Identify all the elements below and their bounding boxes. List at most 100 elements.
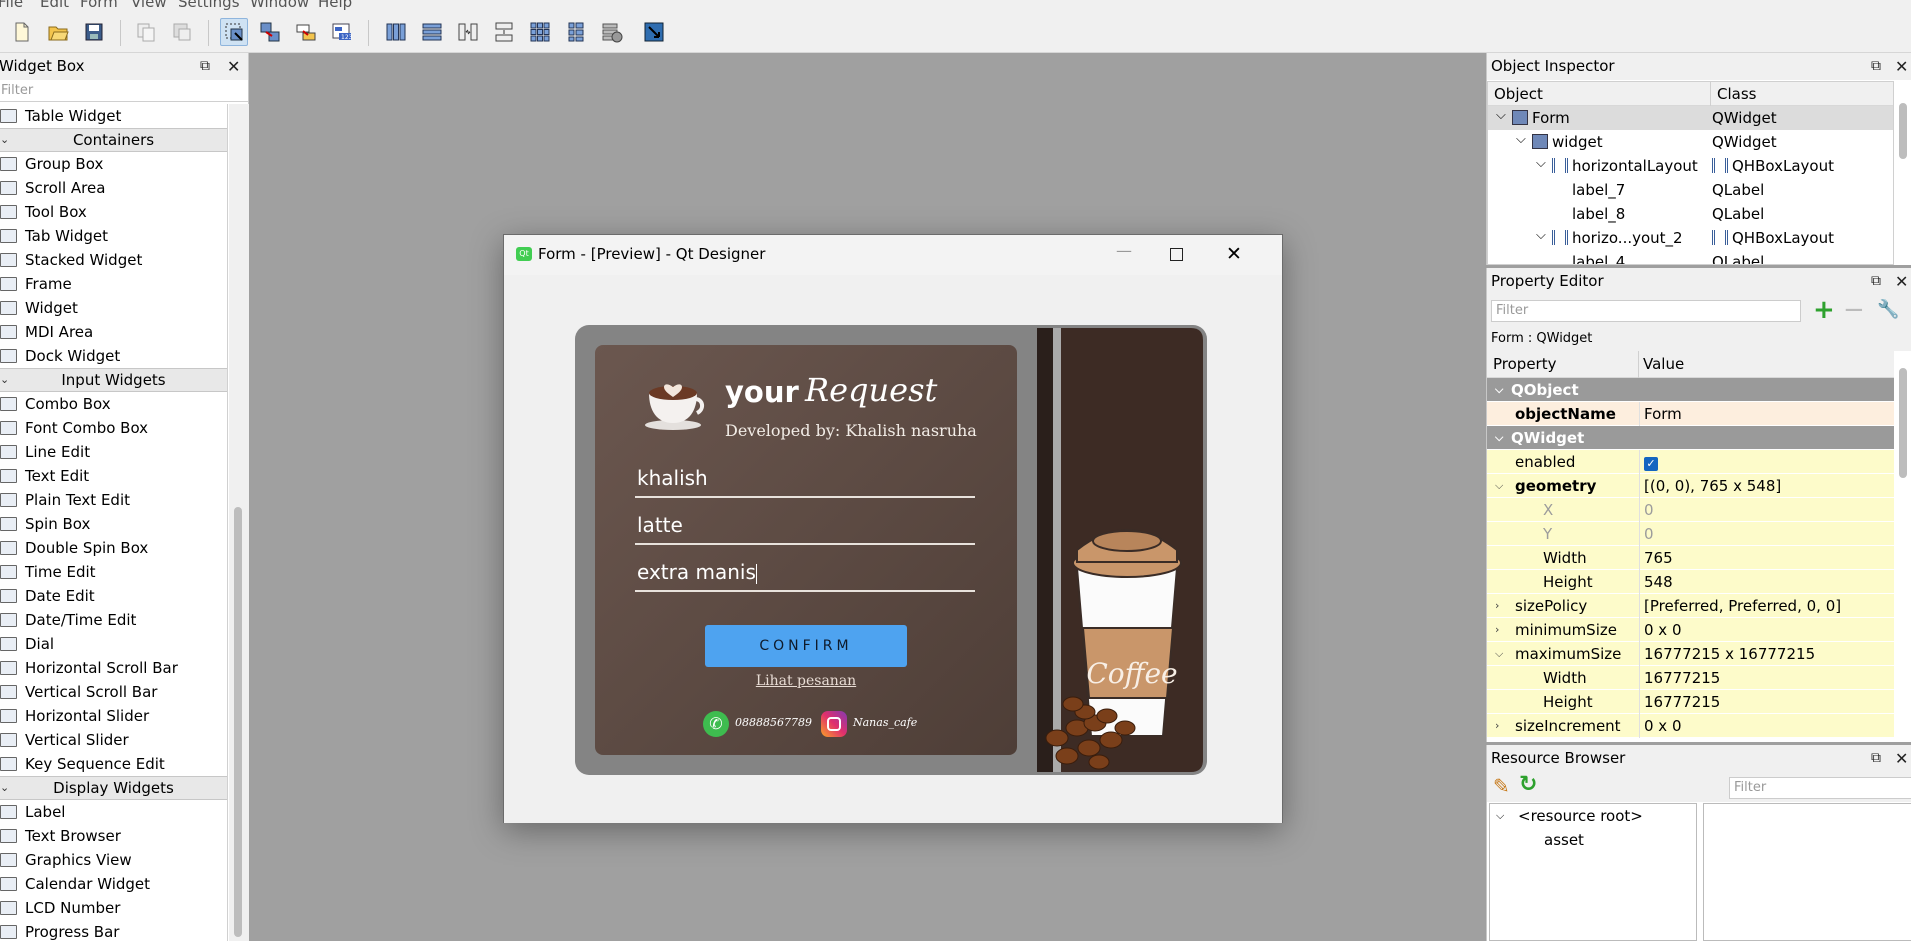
widget-item[interactable]: Combo Box xyxy=(0,392,227,416)
widget-item[interactable]: Progress Bar xyxy=(0,920,227,941)
menu-view[interactable]: View xyxy=(131,0,167,11)
object-tree-row[interactable]: label_8 QLabel xyxy=(1488,202,1893,226)
edit-tab-order-button[interactable]: 123 xyxy=(328,18,356,46)
widget-item[interactable]: Horizontal Slider xyxy=(0,704,227,728)
instagram-contact[interactable]: Nanas_cafe xyxy=(821,711,917,737)
property-group[interactable]: ⌵ QWidget xyxy=(1487,426,1894,450)
widget-category[interactable]: ⌄ Input Widgets xyxy=(0,368,227,392)
property-value[interactable]: 16777215 xyxy=(1639,690,1894,714)
checkbox-checked-icon[interactable]: ✓ xyxy=(1644,457,1658,471)
maximize-icon[interactable] xyxy=(1170,248,1183,261)
widget-item[interactable]: Spin Box xyxy=(0,512,227,536)
wrench-icon[interactable]: 🔧 xyxy=(1877,299,1899,320)
object-tree-row[interactable]: ⌵ horizo...yout_2 QHBoxLayout xyxy=(1488,226,1893,250)
menu-settings[interactable]: Settings xyxy=(178,0,240,11)
widget-box-scrollbar[interactable] xyxy=(229,104,249,941)
widget-category[interactable]: ⌄ Display Widgets xyxy=(0,776,227,800)
menu-help[interactable]: Help xyxy=(318,0,352,11)
widget-box-filter-input[interactable]: Filter xyxy=(0,80,248,102)
layout-grid-button[interactable] xyxy=(526,18,554,46)
property-value[interactable]: [(0, 0), 765 x 548] xyxy=(1639,474,1894,498)
widget-item[interactable]: Double Spin Box xyxy=(0,536,227,560)
break-layout-button[interactable] xyxy=(598,18,626,46)
confirm-button[interactable]: CONFIRM xyxy=(705,625,907,667)
float-icon[interactable]: ⧉ xyxy=(200,53,210,80)
menu-input[interactable]: latte xyxy=(635,505,975,545)
widget-item[interactable]: Text Browser xyxy=(0,824,227,848)
property-row[interactable]: ⌵ geometry [(0, 0), 765 x 548] xyxy=(1487,474,1894,498)
resource-asset-row[interactable]: asset xyxy=(1490,828,1696,852)
layout-horizontal-button[interactable] xyxy=(382,18,410,46)
widget-item[interactable]: Date/Time Edit xyxy=(0,608,227,632)
widget-item[interactable]: Horizontal Scroll Bar xyxy=(0,656,227,680)
menu-window[interactable]: Window xyxy=(250,0,309,11)
float-icon[interactable]: ⧉ xyxy=(1871,745,1881,772)
property-value[interactable]: ✓ xyxy=(1639,450,1894,474)
property-value[interactable]: 0 xyxy=(1639,498,1894,522)
close-icon[interactable]: ✕ xyxy=(1895,268,1908,295)
property-row[interactable]: Height 548 xyxy=(1487,570,1894,594)
close-window-icon[interactable]: ✕ xyxy=(1226,243,1242,265)
property-row[interactable]: enabled ✓ xyxy=(1487,450,1894,474)
resource-filter-input[interactable]: Filter xyxy=(1729,777,1911,799)
name-input[interactable]: khalish xyxy=(635,458,975,498)
object-tree-row[interactable]: label_4 QLabel xyxy=(1488,250,1893,264)
property-row[interactable]: Width 765 xyxy=(1487,546,1894,570)
property-value[interactable]: 16777215 xyxy=(1639,666,1894,690)
close-icon[interactable]: ✕ xyxy=(227,53,240,80)
property-scrollbar[interactable] xyxy=(1899,368,1907,478)
new-form-button[interactable] xyxy=(8,18,36,46)
widget-item[interactable]: LCD Number xyxy=(0,896,227,920)
layout-form-button[interactable] xyxy=(562,18,590,46)
widget-item[interactable]: Date Edit xyxy=(0,584,227,608)
save-form-button[interactable] xyxy=(80,18,108,46)
widget-item[interactable]: Label xyxy=(0,800,227,824)
widget-item[interactable]: Scroll Area xyxy=(0,176,227,200)
property-row[interactable]: ⌵ maximumSize 16777215 x 16777215 xyxy=(1487,642,1894,666)
edit-buddies-button[interactable] xyxy=(292,18,320,46)
widget-item[interactable]: Widget xyxy=(0,296,227,320)
add-property-icon[interactable]: + xyxy=(1813,296,1835,324)
menu-file[interactable]: File xyxy=(0,0,23,11)
object-tree-row[interactable]: ⌵ widget QWidget xyxy=(1488,130,1893,154)
adjust-size-button[interactable] xyxy=(640,18,668,46)
property-value[interactable]: 16777215 x 16777215 xyxy=(1639,642,1894,666)
widget-item[interactable]: Vertical Slider xyxy=(0,728,227,752)
whatsapp-contact[interactable]: ✆ 08888567789 xyxy=(703,711,812,737)
property-row[interactable]: Height 16777215 xyxy=(1487,690,1894,714)
widget-item[interactable]: Group Box xyxy=(0,152,227,176)
widget-item[interactable]: Table Widget xyxy=(0,104,227,128)
widget-item[interactable]: Tool Box xyxy=(0,200,227,224)
widget-item[interactable]: Dial xyxy=(0,632,227,656)
copy-button[interactable] xyxy=(132,18,160,46)
open-form-button[interactable] xyxy=(44,18,72,46)
property-group[interactable]: ⌵ QObject xyxy=(1487,378,1894,402)
edit-widgets-button[interactable] xyxy=(220,18,248,46)
float-icon[interactable]: ⧉ xyxy=(1871,53,1881,80)
edit-resources-icon[interactable]: ✎ xyxy=(1493,774,1510,798)
float-icon[interactable]: ⧉ xyxy=(1871,268,1881,295)
layout-v-splitter-button[interactable] xyxy=(490,18,518,46)
property-value[interactable]: 0 x 0 xyxy=(1639,618,1894,642)
property-value[interactable]: [Preferred, Preferred, 0, 0] xyxy=(1639,594,1894,618)
widget-item[interactable]: Plain Text Edit xyxy=(0,488,227,512)
widget-category[interactable]: ⌄ Containers xyxy=(0,128,227,152)
widget-item[interactable]: Tab Widget xyxy=(0,224,227,248)
close-icon[interactable]: ✕ xyxy=(1895,53,1908,80)
widget-item[interactable]: Graphics View xyxy=(0,848,227,872)
resource-root-row[interactable]: ⌵ <resource root> xyxy=(1490,804,1696,828)
minimize-icon[interactable]: — xyxy=(1116,241,1132,260)
menu-form[interactable]: Form xyxy=(80,0,118,11)
widget-item[interactable]: Line Edit xyxy=(0,440,227,464)
edit-signals-slots-button[interactable] xyxy=(256,18,284,46)
view-orders-link[interactable]: Lihat pesanan xyxy=(595,673,1017,689)
property-value[interactable]: 0 xyxy=(1639,522,1894,546)
widget-item[interactable]: MDI Area xyxy=(0,320,227,344)
widget-item[interactable]: Text Edit xyxy=(0,464,227,488)
property-row[interactable]: objectName Form xyxy=(1487,402,1894,426)
property-row[interactable]: Width 16777215 xyxy=(1487,666,1894,690)
object-tree-row[interactable]: label_7 QLabel xyxy=(1488,178,1893,202)
widget-item[interactable]: Key Sequence Edit xyxy=(0,752,227,776)
layout-vertical-button[interactable] xyxy=(418,18,446,46)
property-filter-input[interactable]: Filter xyxy=(1491,300,1801,322)
